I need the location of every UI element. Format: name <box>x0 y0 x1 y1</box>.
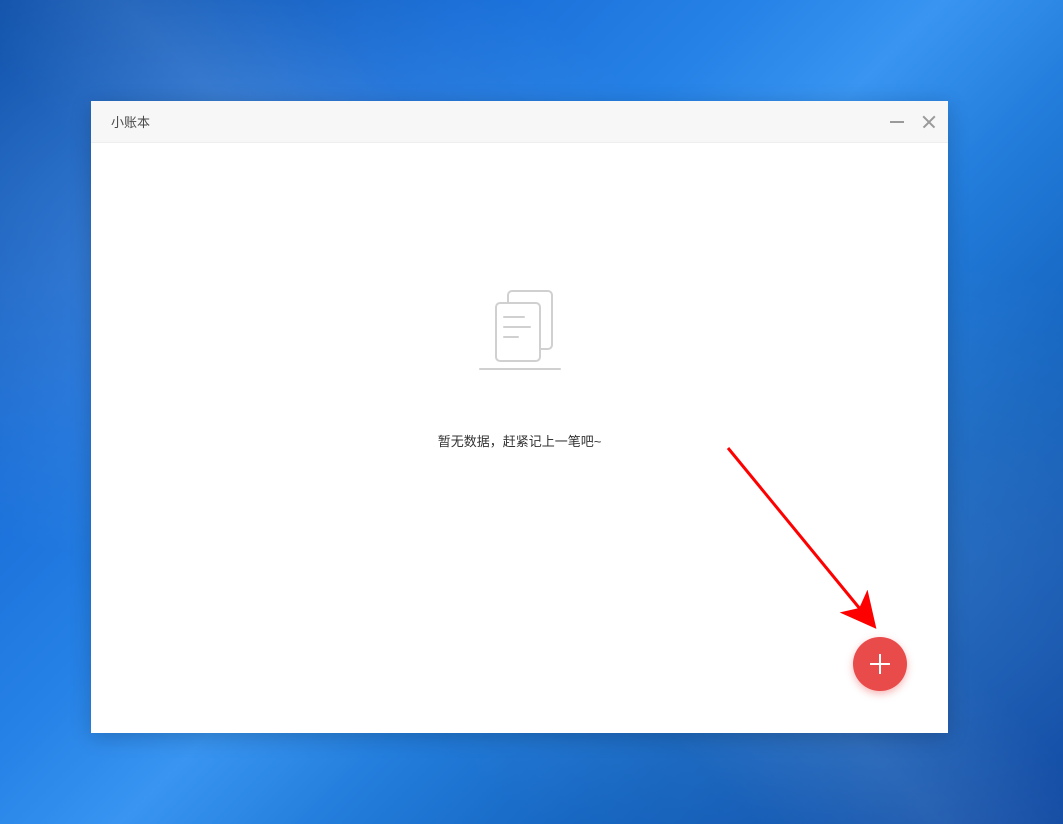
app-window: 小账本 暂无数据，赶紧记上一笔吧~ <box>91 101 948 733</box>
empty-document-icon <box>460 283 580 403</box>
window-title: 小账本 <box>111 112 150 131</box>
empty-state-message: 暂无数据，赶紧记上一笔吧~ <box>438 431 602 450</box>
close-button[interactable] <box>922 115 936 129</box>
content-area: 暂无数据，赶紧记上一笔吧~ <box>91 143 948 733</box>
add-record-button[interactable] <box>853 637 907 691</box>
window-controls <box>890 115 936 129</box>
title-bar[interactable]: 小账本 <box>91 101 948 143</box>
minimize-button[interactable] <box>890 121 904 123</box>
